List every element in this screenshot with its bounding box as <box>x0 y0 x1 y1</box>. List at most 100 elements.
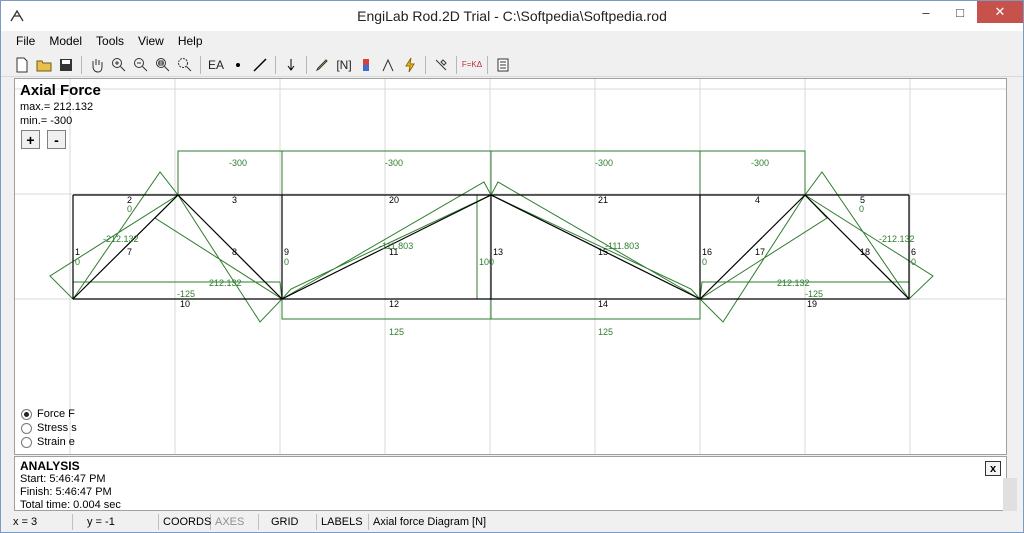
analysis-finish: Finish: 5:46:47 PM <box>20 486 112 498</box>
pan-hand-icon[interactable] <box>86 54 108 76</box>
save-icon[interactable] <box>55 54 77 76</box>
drawing-canvas[interactable]: 1 2 3 4 5 6 7 8 9 10 11 12 13 14 15 16 17 18 19 20 21 -300 -30… <box>14 78 1007 455</box>
force-diagram-diagonal-inner-left <box>154 194 283 323</box>
window-title: EngiLab Rod.2D Trial - C:\Softpedia\Soft… <box>357 8 667 24</box>
node-label: 20 <box>389 195 399 205</box>
status-grid-toggle[interactable]: GRID <box>259 514 317 530</box>
force-value-label: 125 <box>389 327 404 337</box>
node-label: 8 <box>232 247 237 257</box>
report-icon[interactable] <box>492 54 514 76</box>
menu-file[interactable]: File <box>9 31 42 52</box>
node-label: 13 <box>493 247 503 257</box>
menu-tools[interactable]: Tools <box>89 31 131 52</box>
zoom-extents-icon[interactable] <box>152 54 174 76</box>
node-label: 16 <box>702 247 712 257</box>
load-arrow-icon[interactable] <box>280 54 302 76</box>
status-bar: x = 3 y = -1 COORDS AXES GRID LABELS Axi… <box>1 512 1023 532</box>
node-label: 7 <box>127 247 132 257</box>
force-value-label: -212.132 <box>879 234 915 244</box>
node-label: 3 <box>232 195 237 205</box>
toolbar-separator <box>487 55 488 74</box>
tools-hammer-icon[interactable] <box>430 54 452 76</box>
diagram-min-value: min.= -300 <box>20 115 73 127</box>
toolbar-separator <box>456 55 457 74</box>
support-icon[interactable] <box>377 54 399 76</box>
force-value-label: 0 <box>702 257 707 267</box>
analysis-close-button[interactable]: x <box>985 461 1001 476</box>
app-window: EngiLab Rod.2D Trial - C:\Softpedia\Soft… <box>0 0 1024 533</box>
status-x: x = 3 <box>1 514 73 530</box>
node-icon[interactable] <box>227 54 249 76</box>
toolbar-separator <box>306 55 307 74</box>
numbering-button[interactable]: [N] <box>333 54 355 76</box>
force-value-label: 0 <box>859 204 864 214</box>
pencil-icon[interactable] <box>311 54 333 76</box>
result-type-radio-group: Force F Stress s Strain e <box>21 407 77 449</box>
node-label: 21 <box>598 195 608 205</box>
radio-stress[interactable]: Stress s <box>21 421 77 435</box>
toolbar-separator <box>200 55 201 74</box>
status-diagram-name: Axial force Diagram [N] <box>373 516 487 528</box>
force-value-label: 100 <box>479 257 494 267</box>
toolbar-separator <box>275 55 276 74</box>
status-labels-toggle[interactable]: LABELS <box>317 514 369 530</box>
radio-button[interactable] <box>21 422 32 434</box>
truss-diagonal <box>804 194 910 300</box>
new-file-icon[interactable] <box>11 54 33 76</box>
zoom-in-icon[interactable] <box>108 54 130 76</box>
force-value-label: 125 <box>598 327 613 337</box>
zoom-out-icon[interactable] <box>130 54 152 76</box>
force-value-label: -300 <box>751 158 769 168</box>
minimize-button[interactable]: – <box>909 1 943 23</box>
diagram-max-value: max.= 212.132 <box>20 101 94 113</box>
toolbar-separator <box>425 55 426 74</box>
node-label: 9 <box>284 247 289 257</box>
element-line-icon[interactable] <box>249 54 271 76</box>
force-value-label: 0 <box>284 257 289 267</box>
force-value-label: -300 <box>595 158 613 168</box>
analysis-total-time: Total time: 0.004 sec <box>20 499 121 511</box>
force-value-label: -111.803 <box>379 241 413 251</box>
analysis-scrollbar[interactable] <box>1003 478 1017 511</box>
zoom-window-icon[interactable] <box>174 54 196 76</box>
force-value-label: 0 <box>911 257 916 267</box>
radio-button[interactable] <box>21 408 32 420</box>
toolbar-separator <box>81 55 82 74</box>
force-diagram-top-chord-left <box>177 150 492 196</box>
force-diagram-vertical-center <box>476 194 492 300</box>
node-label: 14 <box>598 299 608 309</box>
toolbar: EA [N] F=KΔ <box>1 53 1023 77</box>
force-value-label: -111.803 <box>605 241 639 251</box>
maximize-button[interactable]: □ <box>943 1 977 23</box>
menu-help[interactable]: Help <box>171 31 210 52</box>
scale-down-button[interactable]: - <box>47 130 66 149</box>
truss-diagonal <box>72 194 179 300</box>
radio-button[interactable] <box>21 436 32 448</box>
open-folder-icon[interactable] <box>33 54 55 76</box>
title-bar: EngiLab Rod.2D Trial - C:\Softpedia\Soft… <box>1 1 1023 31</box>
force-value-label: 0 <box>75 257 80 267</box>
close-button[interactable]: ✕ <box>977 1 1023 23</box>
status-axes-toggle[interactable]: AXES <box>211 514 259 530</box>
node-label: 6 <box>911 247 916 257</box>
menu-model[interactable]: Model <box>42 31 89 52</box>
node-label: 10 <box>180 299 190 309</box>
material-icon[interactable] <box>355 54 377 76</box>
scale-up-button[interactable]: + <box>21 130 40 149</box>
analysis-start: Start: 5:46:47 PM <box>20 473 106 485</box>
force-value-label: 0 <box>127 204 132 214</box>
ea-properties-button[interactable]: EA <box>205 54 227 76</box>
radio-force[interactable]: Force F <box>21 407 77 421</box>
status-coords-toggle[interactable]: COORDS <box>159 514 211 530</box>
diagram-title: Axial Force <box>20 82 101 99</box>
status-y: y = -1 <box>73 514 159 530</box>
analysis-heading: ANALYSIS <box>20 459 80 473</box>
node-label: 17 <box>755 247 765 257</box>
solve-button[interactable]: F=KΔ <box>461 54 483 76</box>
force-value-label: -125 <box>177 289 195 299</box>
radio-strain[interactable]: Strain e <box>21 435 77 449</box>
menu-view[interactable]: View <box>131 31 171 52</box>
lightning-icon[interactable] <box>399 54 421 76</box>
canvas-scrollbar[interactable] <box>1007 78 1023 455</box>
force-value-label: -300 <box>229 158 247 168</box>
